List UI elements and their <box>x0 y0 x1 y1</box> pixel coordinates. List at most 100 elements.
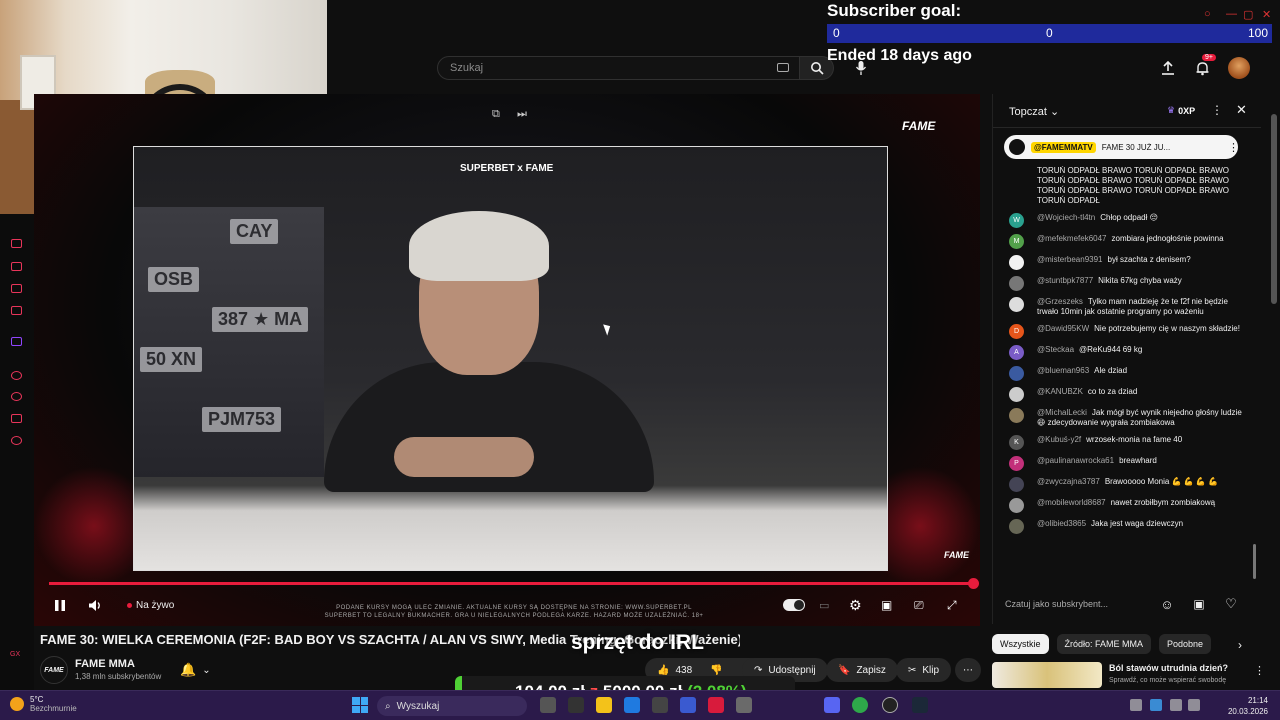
close-icon[interactable]: ✕ <box>1236 102 1247 118</box>
chat-message[interactable]: P @paulinanawrocka61 breawhard <box>1007 456 1243 471</box>
chat-username[interactable]: @MichalLecki <box>1037 408 1087 417</box>
page-scrollbar-thumb[interactable] <box>1271 114 1277 304</box>
chip-all[interactable]: Wszystkie <box>992 634 1049 654</box>
chat-message[interactable]: @Grzeszeks Tylko mam nadzieję że te f2f n… <box>1007 297 1243 317</box>
wifi-icon[interactable] <box>1170 699 1182 711</box>
chat-username[interactable]: @Steckaa <box>1037 345 1074 354</box>
subscription-bell-button[interactable]: 🔔 ⌄ <box>180 660 228 680</box>
chat-message[interactable]: @stuntbpk7877 Nikita 67kg chyba waży <box>1007 276 1243 291</box>
like-icon[interactable]: 👍 <box>657 665 669 676</box>
chat-message[interactable]: @blueman963 Ale dziad <box>1007 366 1243 381</box>
search-icon[interactable]: ○ <box>1204 8 1211 20</box>
sidebar-icon-2[interactable] <box>11 262 22 271</box>
close-window-icon[interactable]: ✕ <box>1262 8 1271 21</box>
subtitles-button[interactable]: ▭ <box>819 596 829 614</box>
heart-button[interactable]: ♡ <box>1221 594 1241 614</box>
chat-message[interactable]: @mobileworld8687 nawet zrobiłbym zombiako… <box>1007 498 1243 513</box>
progress-scrubber[interactable] <box>968 578 979 589</box>
skip-icon[interactable]: ⏭ <box>517 108 527 121</box>
chat-message[interactable]: @KANUBZK co to za dziad <box>1007 387 1243 402</box>
sidebar-icon-4[interactable] <box>11 306 22 315</box>
chat-username[interactable]: @stuntbpk7877 <box>1037 276 1093 285</box>
progress-bar[interactable] <box>49 582 974 585</box>
sidebar-icon-8[interactable] <box>11 414 22 423</box>
chat-username[interactable]: @mobileworld8687 <box>1037 498 1106 507</box>
channel-name[interactable]: FAME MMA <box>75 658 135 670</box>
chevron-right-icon[interactable]: › <box>1238 638 1242 652</box>
chat-message[interactable]: D @Dawid95KW Nie potrzebujemy cię w naszym… <box>1007 324 1243 339</box>
chat-message[interactable]: @MichalLecki Jak mógł być wynik niejedno … <box>1007 408 1243 428</box>
volume-tray-icon[interactable] <box>1188 699 1200 711</box>
maximize-icon[interactable]: ▢ <box>1243 8 1253 21</box>
taskbar-app-5[interactable] <box>652 697 668 713</box>
taskbar-app-2[interactable] <box>568 697 584 713</box>
chat-username[interactable]: @misterbean9391 <box>1037 255 1103 264</box>
chip-source[interactable]: Źródło: FAME MMA <box>1056 634 1152 654</box>
page-scrollbar[interactable] <box>1268 94 1280 690</box>
clip-button[interactable]: ✂ Klip <box>896 658 952 682</box>
settings-icon[interactable] <box>11 436 22 445</box>
steam-icon[interactable] <box>912 697 928 713</box>
taskbar-search[interactable]: ⌕ Wyszukaj <box>377 696 527 716</box>
file-explorer-icon[interactable] <box>596 697 612 713</box>
chat-message[interactable]: K @Kubuś-y2f wrzosek-monia na fame 40 <box>1007 435 1243 450</box>
emoji-button[interactable]: ☺ <box>1157 594 1177 614</box>
chat-scrollbar[interactable] <box>1253 544 1256 579</box>
sidebar-icon-6[interactable] <box>11 371 22 380</box>
chat-username[interactable]: @Kubuś-y2f <box>1037 435 1081 444</box>
chat-username[interactable]: @Wojciech-tl4tn <box>1037 213 1095 222</box>
chat-username[interactable]: @Dawid95KW <box>1037 324 1089 333</box>
history-icon[interactable] <box>11 392 22 401</box>
taskbar-app-6[interactable] <box>680 697 696 713</box>
xp-badge[interactable]: ♛ 0XP <box>1167 105 1195 116</box>
fullscreen-button[interactable]: ⤢ <box>947 596 957 614</box>
channel-avatar[interactable]: FAME <box>40 656 68 684</box>
taskbar-clock[interactable]: 21:14 20.03.2026 <box>1228 695 1268 717</box>
chat-input[interactable]: Czatuj jako subskrybent... <box>1005 594 1155 614</box>
autoplay-toggle[interactable] <box>783 596 805 614</box>
taskbar-app-8[interactable] <box>736 697 752 713</box>
chat-username[interactable]: @olibied3865 <box>1037 519 1086 528</box>
video-player[interactable]: FAME ⧉ ⏭ SUPERBET x FAME CAY OSB 387 ★ M… <box>34 94 980 626</box>
search-input[interactable]: Szukaj <box>437 56 800 80</box>
obs-icon[interactable] <box>882 697 898 713</box>
chat-mode-dropdown[interactable]: Topczat ⌄ <box>1009 105 1059 118</box>
live-indicator[interactable]: Na żywo <box>127 596 174 614</box>
related-more-icon[interactable]: ⋮ <box>1254 664 1265 677</box>
pinned-more-icon[interactable]: ⋮ <box>1228 141 1239 154</box>
chat-username[interactable]: @paulinanawrocka61 <box>1037 456 1114 465</box>
sidebar-icon-1[interactable] <box>11 239 22 248</box>
chat-username[interactable]: @mefekmefek6047 <box>1037 234 1107 243</box>
chat-username[interactable]: @zwyczajna3787 <box>1037 477 1100 486</box>
chat-message[interactable]: @zwyczajna3787 Brawooooo Monia 💪 💪 💪 💪 <box>1007 477 1243 492</box>
chat-message[interactable]: W @Wojciech-tl4tn Chłop odpadł 😔 <box>1007 213 1243 228</box>
keyboard-icon[interactable] <box>777 63 789 72</box>
cast-button[interactable]: ⎚ <box>914 596 924 614</box>
sidebar-icon-10[interactable]: GX <box>10 651 20 658</box>
chat-message[interactable]: M @mefekmefek6047 zombiara jednogłośnie po… <box>1007 234 1243 249</box>
miniplayer-toggle-icon[interactable]: ⧉ <box>492 108 500 121</box>
volume-button[interactable] <box>88 596 102 614</box>
settings-button[interactable]: ⚙ <box>849 596 862 614</box>
more-actions-button[interactable]: ⋯ <box>955 658 981 682</box>
minimize-icon[interactable]: — <box>1226 8 1237 20</box>
chat-message[interactable]: @olibied3865 Jaka jest waga dziewczyn <box>1007 519 1243 534</box>
chat-username[interactable]: @Grzeszeks <box>1037 297 1083 306</box>
chat-message[interactable]: @misterbean9391 był szachta z denisem? <box>1007 255 1243 270</box>
start-button[interactable] <box>352 697 368 713</box>
chat-more-icon[interactable]: ⋮ <box>1211 103 1223 117</box>
opera-gx-icon[interactable] <box>708 697 724 713</box>
pause-button[interactable] <box>54 596 66 614</box>
taskbar-app-10[interactable] <box>852 697 868 713</box>
miniplayer-button[interactable]: ▣ <box>881 596 892 614</box>
super-chat-button[interactable]: ▣ <box>1189 594 1209 614</box>
twitch-icon[interactable] <box>11 337 22 346</box>
pinned-message[interactable]: @FAMEMMATV FAME 30 JUŻ JU... ⋮ <box>1004 135 1239 159</box>
chat-username[interactable]: @KANUBZK <box>1037 387 1083 396</box>
taskbar-app-1[interactable] <box>540 697 556 713</box>
save-button[interactable]: 🔖 Zapisz <box>826 658 898 682</box>
tray-icon-1[interactable] <box>1130 699 1142 711</box>
tray-icon-2[interactable] <box>1150 699 1162 711</box>
dislike-icon[interactable]: 👎 <box>710 665 722 676</box>
discord-icon[interactable] <box>824 697 840 713</box>
